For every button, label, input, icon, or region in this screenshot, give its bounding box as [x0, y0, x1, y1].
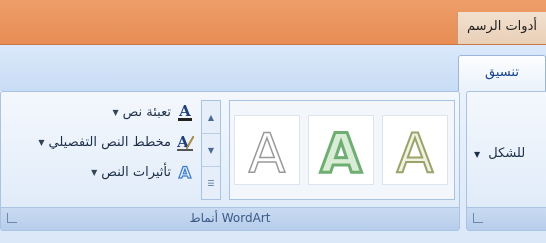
gallery-more-button[interactable]: ☰: [202, 167, 220, 199]
text-effects-icon: A: [175, 162, 195, 182]
wordart-style-2[interactable]: A: [308, 115, 374, 187]
svg-text:A: A: [179, 163, 192, 182]
text-fill-button[interactable]: A تعبئة نص ▼: [112, 100, 195, 124]
text-outline-icon: A: [175, 132, 195, 152]
wordart-group-label: أنماط WordArt: [189, 211, 271, 225]
shape-effects-button[interactable]: للشكل ▼: [474, 146, 525, 161]
wordart-style-1[interactable]: A: [234, 115, 300, 186]
chevron-down-icon: ▼: [38, 137, 45, 147]
shape-group-footer: launcher: [467, 207, 546, 230]
text-fill-label: تعبئة نص: [122, 104, 171, 120]
chevron-down-icon: ▼: [474, 150, 481, 159]
gallery-scroll-down-button[interactable]: ▼: [202, 134, 220, 167]
contextual-tab-title: أدوات الرسم: [457, 12, 546, 44]
gallery-scroll-up-button[interactable]: ▲: [202, 101, 220, 134]
ribbon-body: A تعبئة نص ▼ A مخطط النص التفصيلي ▼ A تأ…: [0, 91, 546, 243]
text-effects-button[interactable]: A تأثيرات النص ▼: [91, 160, 195, 184]
chevron-up-icon: ▲: [207, 112, 215, 122]
svg-text:A: A: [320, 122, 362, 184]
chevron-down-icon: ▼: [112, 107, 119, 117]
dialog-launcher-icon[interactable]: launcher: [473, 213, 483, 223]
chevron-down-icon: ▼: [207, 145, 215, 155]
wordart-style-1-icon: A: [248, 121, 287, 186]
wordart-style-3[interactable]: A: [382, 115, 448, 186]
gallery-scrollbar: ▲ ▼ ☰: [201, 100, 221, 200]
wordart-styles-group: A تعبئة نص ▼ A مخطط النص التفصيلي ▼ A تأ…: [0, 91, 460, 231]
shape-effects-label: للشكل: [488, 146, 526, 161]
svg-text:A: A: [397, 122, 434, 184]
chevron-down-icon: ▼: [91, 167, 98, 177]
text-effects-label: تأثيرات النص: [101, 164, 171, 180]
more-icon: ☰: [207, 178, 215, 188]
wordart-style-2-icon: A: [319, 121, 364, 187]
wordart-styles-gallery: A A A: [229, 100, 455, 200]
wordart-style-3-icon: A: [396, 121, 435, 186]
svg-text:A: A: [178, 102, 191, 120]
ribbon-tab-bar: تنسيق: [0, 45, 546, 92]
wordart-group-footer: launcher أنماط WordArt: [1, 207, 459, 230]
text-outline-button[interactable]: A مخطط النص التفصيلي ▼: [38, 130, 195, 154]
text-outline-label: مخطط النص التفصيلي: [48, 134, 171, 150]
shape-styles-group: للشكل ▼ launcher: [466, 91, 546, 231]
svg-text:A: A: [249, 122, 286, 184]
text-fill-icon: A: [175, 102, 195, 122]
tab-format[interactable]: تنسيق: [458, 55, 546, 92]
title-bar: أدوات الرسم: [0, 0, 546, 45]
